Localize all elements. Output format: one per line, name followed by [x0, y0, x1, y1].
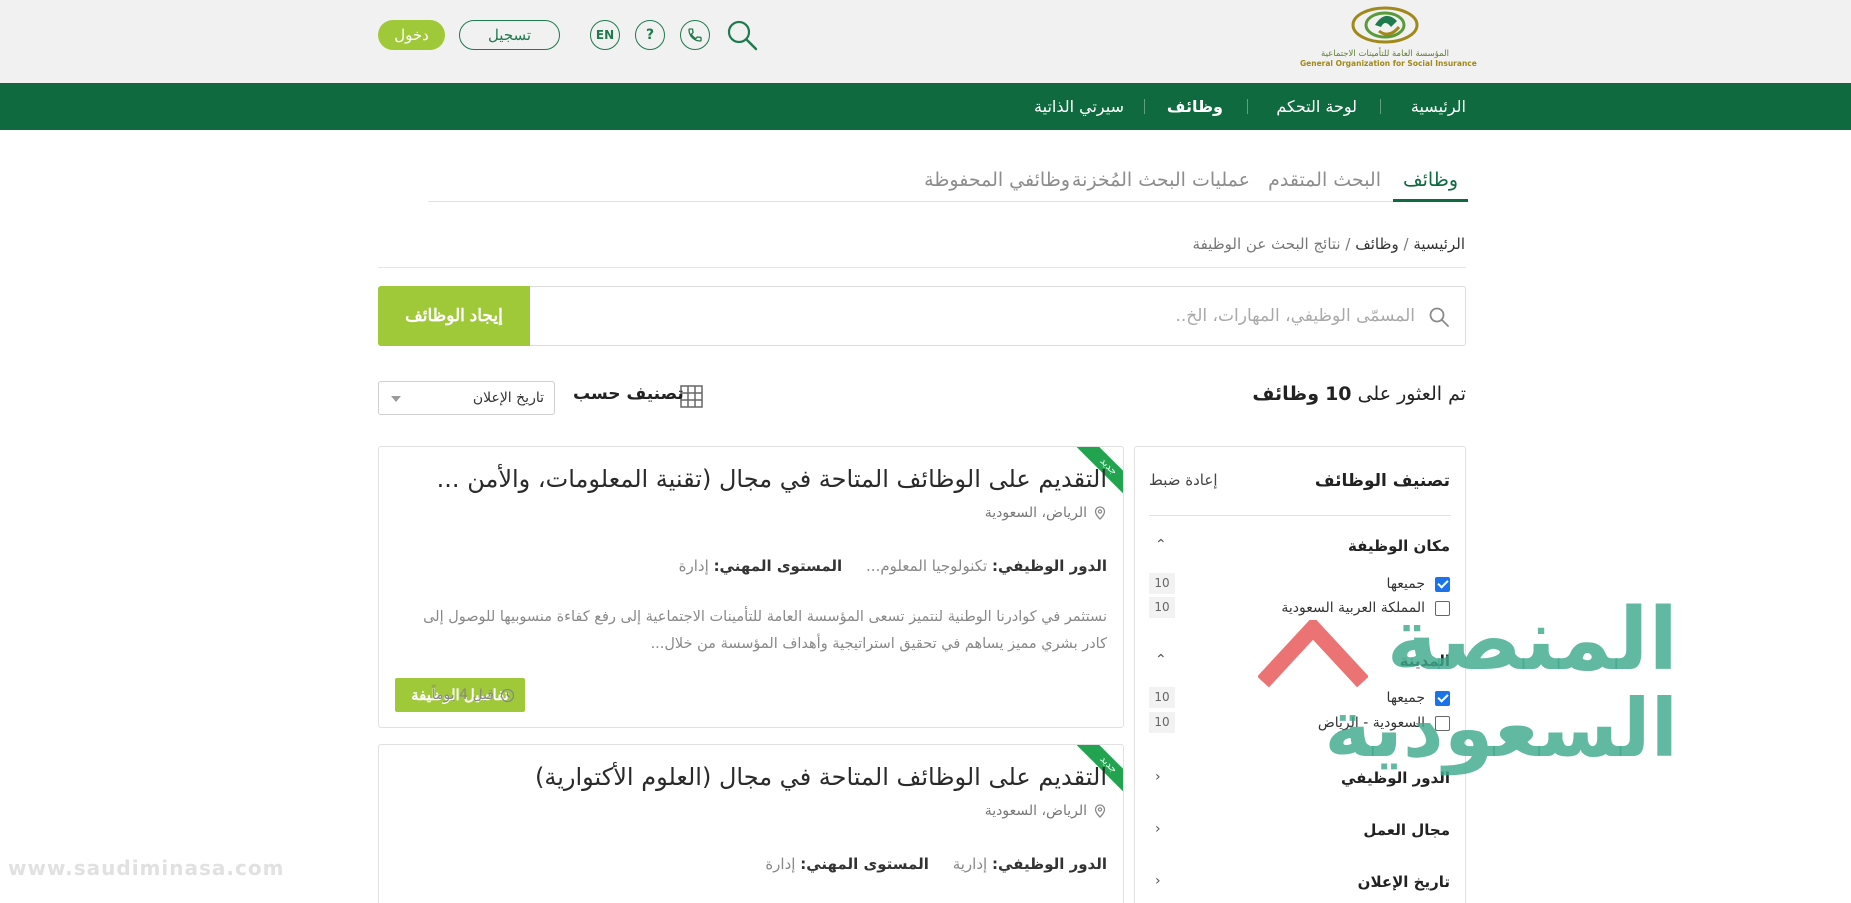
gosi-logo[interactable]: المؤسسة العامة للتأمينات الاجتماعية Gene…	[1300, 3, 1477, 75]
divider	[1149, 515, 1451, 516]
job-posted-time: قبل 4 يوماً	[432, 687, 515, 703]
results-number: 10	[1325, 383, 1352, 405]
main-nav: الرئيسية لوحة التحكم وظائف سيرتي الذاتية	[0, 83, 1851, 130]
filter-count: 10	[1149, 573, 1175, 594]
help-icon[interactable]: ?	[635, 20, 665, 50]
search-input[interactable]	[545, 292, 1415, 340]
sort-select[interactable]: تاريخ الإعلان	[378, 381, 555, 415]
breadcrumb-separator: /	[1345, 235, 1351, 253]
nav-divider	[1144, 99, 1145, 114]
results-prefix: تم العثور على	[1357, 383, 1466, 405]
tab-jobs[interactable]: وظائف	[1392, 162, 1468, 202]
filters-title: تصنيف الوظائف	[1314, 471, 1450, 491]
job-title[interactable]: التقديم على الوظائف المتاحة في مجال (تقن…	[437, 465, 1107, 493]
filters-panel: تصنيف الوظائف إعادة ضبط مكان الوظيفة ⌃ ج…	[1134, 446, 1466, 903]
sort-label: تصنيف حسب	[573, 384, 684, 404]
jobs-tabs: وظائف البحث المتقدم عمليات البحث المُخزن…	[428, 162, 1468, 202]
job-meta: الدور الوظيفي: تكنولوجيا المعلوم... المس…	[679, 557, 1107, 575]
filter-section-posting-date[interactable]: تاريخ الإعلان	[1358, 873, 1450, 891]
location-pin-icon	[1094, 804, 1106, 818]
location-pin-icon	[1094, 506, 1106, 520]
job-card[interactable]: جديد التقديم على الوظائف المتاحة في مجال…	[378, 446, 1124, 728]
job-location: الرياض، السعودية	[985, 505, 1107, 521]
checkbox-checked[interactable]	[1435, 576, 1450, 592]
job-level-label: المستوى المهني:	[800, 855, 929, 873]
filter-option-label: جميعها	[1386, 690, 1425, 706]
filter-option-label: المملكة العربية السعودية	[1281, 600, 1425, 616]
breadcrumb-jobs[interactable]: وظائف	[1355, 235, 1398, 253]
breadcrumb-current: نتائج البحث عن الوظيفة	[1192, 235, 1341, 253]
chevron-left-icon[interactable]: ‹	[1155, 873, 1161, 889]
register-button[interactable]: تسجيل	[459, 20, 560, 50]
phone-icon[interactable]	[680, 20, 710, 50]
site-watermark: www.saudiminasa.com	[8, 856, 285, 880]
chevron-left-icon[interactable]: ‹	[1155, 821, 1161, 837]
filter-count: 10	[1149, 597, 1175, 618]
nav-divider	[1380, 99, 1381, 114]
filter-option[interactable]: جميعها	[1387, 689, 1450, 707]
find-jobs-button[interactable]: إيجاد الوظائف	[378, 286, 530, 346]
job-level-label: المستوى المهني:	[713, 557, 843, 575]
gosi-logo-icon	[1351, 6, 1419, 44]
job-meta: الدور الوظيفي: إدارية المستوى المهني: إد…	[765, 855, 1107, 873]
filter-option[interactable]: السعودية - الرياض	[1318, 714, 1450, 732]
tab-saved-jobs[interactable]: وظائفي المحفوظة	[924, 162, 1070, 202]
filter-section-job-role[interactable]: الدور الوظيفي	[1341, 769, 1450, 787]
job-location-text: الرياض، السعودية	[984, 505, 1087, 521]
job-role-value: تكنولوجيا المعلوم...	[866, 557, 988, 575]
nav-item-dashboard[interactable]: لوحة التحكم	[1276, 83, 1357, 130]
breadcrumb: الرئيسية / وظائف / نتائج البحث عن الوظيف…	[1193, 235, 1465, 253]
tab-advanced-search[interactable]: البحث المتقدم	[1268, 162, 1381, 202]
filter-option-label: السعودية - الرياض	[1317, 715, 1425, 731]
logo-text-en: General Organization for Social Insuranc…	[1300, 59, 1477, 68]
job-posted-text: قبل 4 يوماً	[431, 687, 494, 703]
nav-item-home[interactable]: الرئيسية	[1411, 83, 1466, 130]
checkbox[interactable]	[1435, 715, 1450, 731]
filter-option-label: جميعها	[1386, 576, 1425, 592]
job-role-label: الدور الوظيفي:	[991, 557, 1107, 575]
filter-option[interactable]: جميعها	[1387, 575, 1450, 593]
language-button[interactable]: EN	[590, 20, 620, 50]
breadcrumb-separator: /	[1403, 235, 1409, 253]
chevron-left-icon[interactable]: ‹	[1155, 769, 1161, 785]
results-suffix: وظائف	[1252, 383, 1320, 405]
filter-count: 10	[1149, 712, 1175, 733]
filter-section-city[interactable]: المدينة	[1400, 652, 1450, 670]
nav-item-jobs[interactable]: وظائف	[1167, 83, 1223, 130]
job-location: الرياض، السعودية	[985, 803, 1107, 819]
chevron-down-icon	[391, 396, 401, 402]
filter-option[interactable]: المملكة العربية السعودية	[1281, 599, 1450, 617]
job-title[interactable]: التقديم على الوظائف المتاحة في مجال (الع…	[535, 763, 1107, 791]
search-icon[interactable]	[725, 18, 759, 52]
divider	[378, 267, 1466, 268]
sort-selected-value: تاريخ الإعلان	[472, 390, 544, 406]
top-header: المؤسسة العامة للتأمينات الاجتماعية Gene…	[0, 0, 1851, 83]
breadcrumb-home[interactable]: الرئيسية	[1413, 235, 1465, 253]
login-button[interactable]: دخول	[378, 20, 445, 50]
nav-item-my-cv[interactable]: سيرتي الذاتية	[1034, 83, 1124, 130]
job-level-value: إدارة	[678, 557, 709, 575]
results-count: تم العثور على 10 وظائف	[1252, 383, 1466, 405]
filter-section-job-location[interactable]: مكان الوظيفة	[1348, 537, 1450, 555]
job-level-value: إدارة	[765, 855, 796, 873]
tab-saved-searches[interactable]: عمليات البحث المُخزنة	[1072, 162, 1250, 202]
job-description: نستثمر في كوادرنا الوطنية لنتميز تسعى ال…	[423, 609, 1107, 652]
filter-count: 10	[1149, 687, 1175, 708]
job-location-text: الرياض، السعودية	[984, 803, 1087, 819]
chevron-up-icon[interactable]: ⌃	[1155, 652, 1167, 668]
job-card[interactable]: جديد التقديم على الوظائف المتاحة في مجال…	[378, 744, 1124, 903]
logo-text-ar: المؤسسة العامة للتأمينات الاجتماعية	[1321, 49, 1449, 59]
clock-icon	[500, 688, 515, 702]
job-role-label: الدور الوظيفي:	[991, 855, 1107, 873]
filter-section-work-field[interactable]: مجال العمل	[1363, 821, 1450, 839]
job-role-value: إدارية	[952, 855, 988, 873]
reset-filters-link[interactable]: إعادة ضبط	[1149, 471, 1218, 489]
checkbox[interactable]	[1435, 600, 1450, 616]
search-field-icon	[1429, 307, 1449, 327]
checkbox-checked[interactable]	[1435, 690, 1450, 706]
nav-divider	[1247, 99, 1248, 114]
chevron-up-icon[interactable]: ⌃	[1155, 537, 1167, 553]
